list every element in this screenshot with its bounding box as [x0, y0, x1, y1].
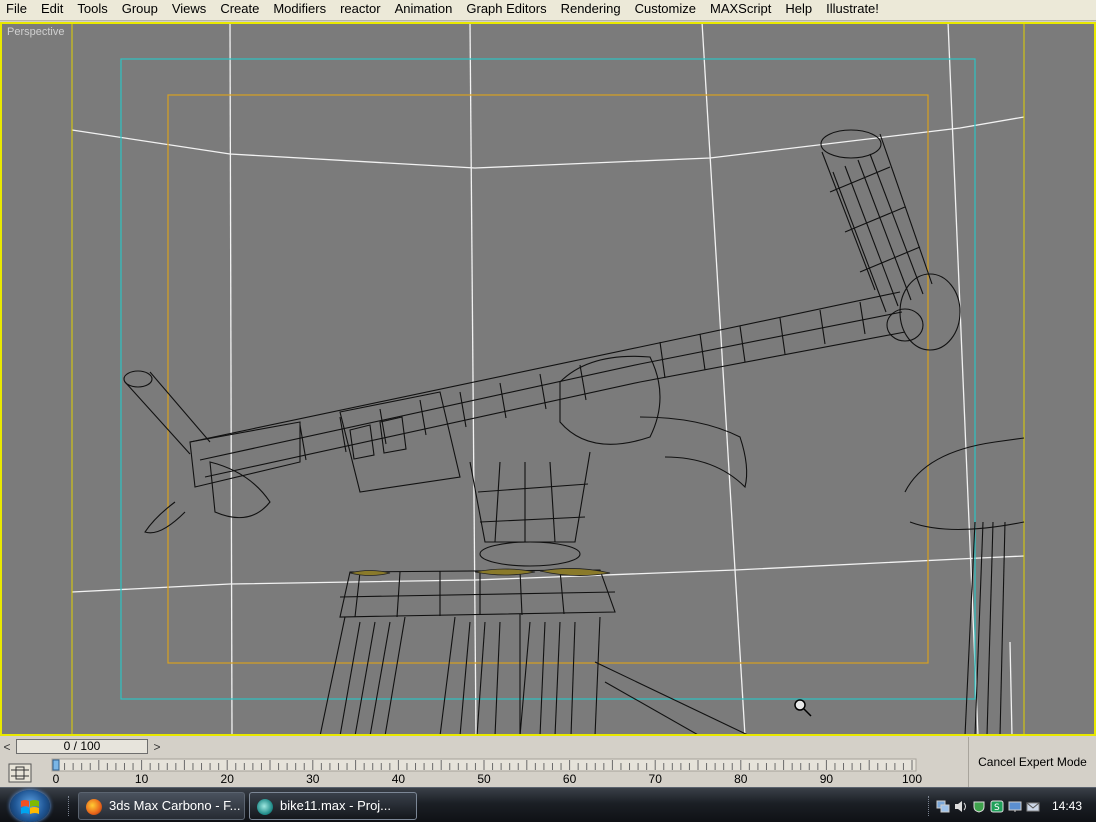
- menu-views[interactable]: Views: [165, 0, 213, 20]
- taskbar-button-label: 3ds Max Carbono - F...: [109, 798, 241, 813]
- time-prev-button[interactable]: <: [0, 739, 14, 755]
- action-safe-frame: [71, 24, 1025, 734]
- menu-maxscript[interactable]: MAXScript: [703, 0, 778, 20]
- security-tray-icon[interactable]: [972, 800, 986, 813]
- track-bar-tick-label: 40: [392, 772, 406, 786]
- track-bar-ruler: 0 10 20 30 40 50 60 70 80 90 100: [51, 758, 922, 786]
- viewport-scene: [71, 24, 1025, 734]
- cancel-expert-mode-button[interactable]: Cancel Expert Mode: [968, 737, 1096, 787]
- curve-editor-icon[interactable]: [8, 763, 32, 783]
- menu-illustrate[interactable]: Illustrate!: [819, 0, 886, 20]
- handlebar-wireframe: [123, 129, 1025, 734]
- menu-create[interactable]: Create: [213, 0, 266, 20]
- firefox-icon: [86, 799, 102, 815]
- windows-taskbar: 3ds Max Carbono - F... bike11.max - Proj…: [0, 787, 1096, 822]
- menu-tools[interactable]: Tools: [70, 0, 114, 20]
- update-tray-icon[interactable]: S: [990, 800, 1004, 813]
- menu-edit[interactable]: Edit: [34, 0, 70, 20]
- taskbar-button-3dsmax[interactable]: bike11.max - Proj...: [249, 792, 417, 820]
- perspective-viewport[interactable]: Perspective: [0, 22, 1096, 736]
- track-bar-tick-label: 60: [563, 772, 577, 786]
- track-bar[interactable]: 0 10 20 30 40 50 60 70 80 90 100: [0, 757, 968, 787]
- track-bar-tick-label: 0: [53, 772, 60, 786]
- track-bar-tick-label: 20: [221, 772, 235, 786]
- taskbar-grip[interactable]: [68, 796, 72, 816]
- menu-rendering[interactable]: Rendering: [554, 0, 628, 20]
- menu-customize[interactable]: Customize: [628, 0, 703, 20]
- track-bar-tick-label: 70: [649, 772, 663, 786]
- track-bar-tick-label: 80: [734, 772, 748, 786]
- system-tray: S 14:43: [928, 792, 1096, 820]
- windows-logo-icon: [21, 800, 39, 814]
- menu-animation[interactable]: Animation: [388, 0, 460, 20]
- time-slider: < 0 / 100 >: [0, 737, 968, 757]
- taskbar-clock[interactable]: 14:43: [1052, 792, 1082, 820]
- network-tray-icon[interactable]: [936, 800, 950, 813]
- menu-reactor[interactable]: reactor: [333, 0, 387, 20]
- taskbar-button-label: bike11.max - Proj...: [280, 798, 392, 813]
- menu-bar: File Edit Tools Group Views Create Modif…: [0, 0, 1096, 21]
- connection-tray-icon[interactable]: [1008, 800, 1022, 813]
- current-frame-marker[interactable]: [52, 759, 60, 771]
- volume-icon[interactable]: [954, 800, 968, 813]
- message-tray-icon[interactable]: [1026, 800, 1040, 813]
- zoom-cursor-icon: [794, 699, 812, 717]
- track-bar-tick-label: 30: [306, 772, 320, 786]
- 3dsmax-icon: [257, 799, 273, 815]
- track-bar-tick-label: 100: [902, 772, 922, 786]
- time-next-button[interactable]: >: [150, 739, 164, 755]
- menu-graph-editors[interactable]: Graph Editors: [459, 0, 553, 20]
- menu-file[interactable]: File: [0, 0, 34, 20]
- perspective-grid: [71, 24, 1025, 734]
- menu-group[interactable]: Group: [115, 0, 165, 20]
- menu-modifiers[interactable]: Modifiers: [266, 0, 333, 20]
- track-bar-tick-label: 90: [820, 772, 834, 786]
- taskbar-button-firefox[interactable]: 3ds Max Carbono - F...: [78, 792, 245, 820]
- viewport-label[interactable]: Perspective: [7, 26, 64, 38]
- time-slider-thumb[interactable]: 0 / 100: [16, 739, 148, 754]
- track-bar-tick-label: 50: [477, 772, 491, 786]
- tray-grip[interactable]: [928, 796, 932, 816]
- menu-help[interactable]: Help: [778, 0, 819, 20]
- track-bar-tick-label: 10: [135, 772, 149, 786]
- start-button[interactable]: [10, 790, 50, 822]
- svg-text:S: S: [994, 803, 1000, 813]
